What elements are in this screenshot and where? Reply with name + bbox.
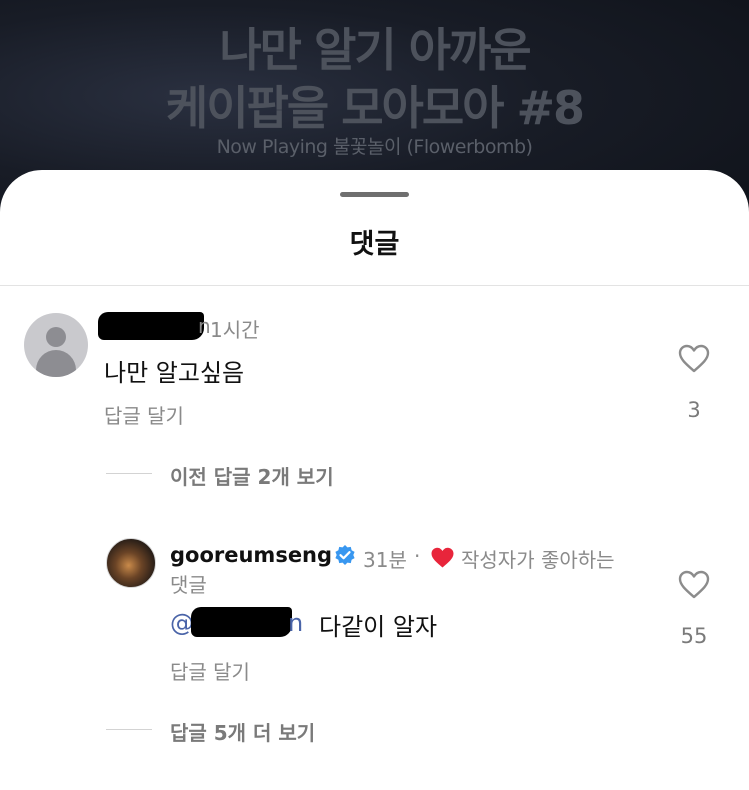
- like-count: 3: [687, 398, 701, 422]
- avatar-default-icon[interactable]: [24, 313, 88, 377]
- comment-timestamp: 1시간: [210, 318, 260, 342]
- comment-text: 나만 알고싶음: [104, 359, 245, 387]
- liked-by-author-label: 작성자가 좋아하는: [461, 548, 615, 572]
- verified-badge-icon: [335, 545, 355, 565]
- reply-text: 다같이 알자: [319, 613, 438, 641]
- view-previous-replies-button[interactable]: 이전 답글 2개 보기: [170, 461, 334, 490]
- thread-line: [106, 473, 152, 474]
- reply-button[interactable]: 답글 달기: [104, 400, 184, 429]
- username-suffix: n: [198, 314, 211, 338]
- now-playing-text: Now Playing 불꽃놀이 (Flowerbomb): [216, 136, 533, 158]
- video-title-line2: 케이팝을 모아모아 #8: [165, 81, 585, 135]
- heart-outline-icon[interactable]: [678, 344, 710, 374]
- mention-suffix[interactable]: n: [288, 609, 303, 637]
- sheet-title: 댓글: [349, 229, 400, 260]
- heart-filled-icon: [431, 547, 454, 568]
- sheet-grabber-handle[interactable]: [340, 192, 409, 197]
- liked-by-author-label-continued: 댓글: [170, 573, 207, 597]
- thread-line: [106, 729, 152, 730]
- redacted-mention[interactable]: [191, 607, 292, 637]
- avatar-gooreumseng[interactable]: [106, 538, 156, 588]
- reply-username[interactable]: gooreumseng: [170, 543, 332, 567]
- reply-timestamp: 31분: [363, 548, 407, 572]
- heart-outline-icon[interactable]: [678, 570, 710, 600]
- redacted-username[interactable]: [98, 312, 204, 340]
- view-more-replies-button[interactable]: 답글 5개 더 보기: [170, 717, 315, 746]
- meta-separator: ·: [414, 544, 421, 568]
- video-title-line1: 나만 알기 아까운: [219, 23, 531, 77]
- reply-button[interactable]: 답글 달기: [170, 656, 250, 685]
- comments-sheet: 댓글 n 1시간 나만 알고싶음 답글 달기 3 이전 답글 2개 보기 goo…: [0, 170, 749, 790]
- like-count: 55: [680, 624, 708, 648]
- header-divider: [0, 285, 749, 286]
